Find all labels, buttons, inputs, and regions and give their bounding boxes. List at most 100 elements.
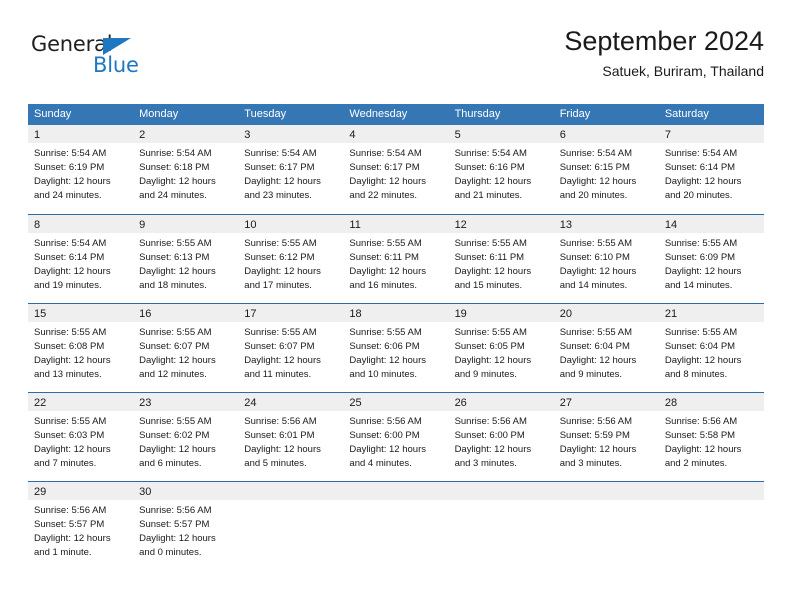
day-number: 29 <box>34 486 47 498</box>
day-number: 23 <box>139 397 152 409</box>
day-number-band: 16 <box>133 304 239 322</box>
daylight-text-line2: and 24 minutes. <box>34 190 102 201</box>
daylight-text-line2: and 7 minutes. <box>34 458 97 469</box>
sunrise-text: Sunrise: 5:54 AM <box>559 148 633 159</box>
day-number-band: 18 <box>343 304 449 322</box>
sunrise-text: Sunrise: 5:54 AM <box>34 238 107 249</box>
day-number: 4 <box>349 129 356 141</box>
day-cell[interactable]: 6 Sunrise: 5:54 AM Sunset: 6:15 PM Dayli… <box>553 125 659 214</box>
day-cell[interactable]: 10 Sunrise: 5:55 AM Sunset: 6:12 PM Dayl… <box>238 215 344 303</box>
day-number: 3 <box>244 129 251 141</box>
day-number: 16 <box>139 308 152 320</box>
day-cell[interactable]: 12 Sunrise: 5:55 AM Sunset: 6:11 PM Dayl… <box>448 215 554 303</box>
day-cell[interactable]: 16 Sunrise: 5:55 AM Sunset: 6:07 PM Dayl… <box>133 304 239 392</box>
day-cell-empty <box>238 482 344 570</box>
day-cell[interactable]: 4 Sunrise: 5:54 AM Sunset: 6:17 PM Dayli… <box>343 125 449 214</box>
day-number-band: 26 <box>448 393 554 411</box>
day-cell[interactable]: 27 Sunrise: 5:56 AM Sunset: 5:59 PM Dayl… <box>553 393 659 481</box>
day-cell[interactable]: 2 Sunrise: 5:54 AM Sunset: 6:18 PM Dayli… <box>133 125 239 214</box>
generalblue-logo[interactable]: General Blue <box>31 34 181 90</box>
day-cell[interactable]: 28 Sunrise: 5:56 AM Sunset: 5:58 PM Dayl… <box>658 393 764 481</box>
daylight-text-line1: Daylight: 12 hours <box>349 444 426 455</box>
sunrise-text: Sunrise: 5:55 AM <box>559 238 633 249</box>
day-cell[interactable]: 24 Sunrise: 5:56 AM Sunset: 6:01 PM Dayl… <box>238 393 344 481</box>
daylight-text-line2: and 20 minutes. <box>664 190 733 201</box>
weekday-header-row: Sunday Monday Tuesday Wednesday Thursday… <box>28 104 764 125</box>
sunrise-text: Sunrise: 5:56 AM <box>34 505 107 516</box>
sunset-text: Sunset: 6:17 PM <box>349 162 420 173</box>
day-cell[interactable]: 22 Sunrise: 5:55 AM Sunset: 6:03 PM Dayl… <box>28 393 134 481</box>
sunrise-text: Sunrise: 5:56 AM <box>559 416 633 427</box>
day-number: 5 <box>454 129 461 141</box>
page-header: General Blue September 2024 Satuek, Buri… <box>28 26 764 98</box>
day-cell[interactable]: 11 Sunrise: 5:55 AM Sunset: 6:11 PM Dayl… <box>343 215 449 303</box>
day-cell[interactable]: 23 Sunrise: 5:55 AM Sunset: 6:02 PM Dayl… <box>133 393 239 481</box>
day-details: Sunrise: 5:55 AM Sunset: 6:07 PM Dayligh… <box>238 322 343 382</box>
logo-text-general: General <box>31 32 113 56</box>
daylight-text-line1: Daylight: 12 hours <box>244 444 321 455</box>
daylight-text-line2: and 11 minutes. <box>244 369 312 380</box>
day-cell[interactable]: 19 Sunrise: 5:55 AM Sunset: 6:05 PM Dayl… <box>448 304 554 392</box>
page-subtitle: Satuek, Buriram, Thailand <box>602 63 764 80</box>
day-number: 15 <box>34 308 47 320</box>
sunrise-text: Sunrise: 5:55 AM <box>349 327 422 338</box>
daylight-text-line2: and 18 minutes. <box>139 280 207 291</box>
day-number-band: 14 <box>658 215 764 233</box>
sunrise-text: Sunrise: 5:55 AM <box>664 238 738 249</box>
day-number: 13 <box>559 219 572 231</box>
sunrise-text: Sunrise: 5:54 AM <box>664 148 738 159</box>
day-number: 12 <box>454 219 467 231</box>
day-cell[interactable]: 1 Sunrise: 5:54 AM Sunset: 6:19 PM Dayli… <box>28 125 134 214</box>
day-number-band <box>238 482 344 500</box>
week-row: 8 Sunrise: 5:54 AM Sunset: 6:14 PM Dayli… <box>28 214 764 303</box>
day-cell[interactable]: 14 Sunrise: 5:55 AM Sunset: 6:09 PM Dayl… <box>658 215 764 303</box>
daylight-text-line2: and 19 minutes. <box>34 280 102 291</box>
weekday-header-monday: Monday <box>139 108 179 120</box>
day-cell[interactable]: 20 Sunrise: 5:55 AM Sunset: 6:04 PM Dayl… <box>553 304 659 392</box>
day-number-band: 30 <box>133 482 239 500</box>
day-cell[interactable]: 13 Sunrise: 5:55 AM Sunset: 6:10 PM Dayl… <box>553 215 659 303</box>
sunrise-text: Sunrise: 5:54 AM <box>244 148 317 159</box>
daylight-text-line2: and 6 minutes. <box>139 458 202 469</box>
sunset-text: Sunset: 6:10 PM <box>559 252 630 263</box>
sunrise-text: Sunrise: 5:55 AM <box>454 238 527 249</box>
sunrise-text: Sunrise: 5:56 AM <box>454 416 527 427</box>
calendar-grid: Sunday Monday Tuesday Wednesday Thursday… <box>28 104 764 570</box>
daylight-text-line1: Daylight: 12 hours <box>34 355 111 366</box>
day-cell[interactable]: 8 Sunrise: 5:54 AM Sunset: 6:14 PM Dayli… <box>28 215 134 303</box>
daylight-text-line2: and 16 minutes. <box>349 280 418 291</box>
day-number: 26 <box>454 397 467 409</box>
day-cell[interactable]: 7 Sunrise: 5:54 AM Sunset: 6:14 PM Dayli… <box>658 125 764 214</box>
day-cell[interactable]: 17 Sunrise: 5:55 AM Sunset: 6:07 PM Dayl… <box>238 304 344 392</box>
sunset-text: Sunset: 6:03 PM <box>34 430 105 441</box>
day-number-band <box>448 482 554 500</box>
day-number-band: 11 <box>343 215 449 233</box>
day-number-band: 23 <box>133 393 239 411</box>
day-details: Sunrise: 5:54 AM Sunset: 6:16 PM Dayligh… <box>449 143 554 203</box>
day-cell[interactable]: 9 Sunrise: 5:55 AM Sunset: 6:13 PM Dayli… <box>133 215 239 303</box>
day-cell[interactable]: 26 Sunrise: 5:56 AM Sunset: 6:00 PM Dayl… <box>448 393 554 481</box>
day-cell[interactable]: 30 Sunrise: 5:56 AM Sunset: 5:57 PM Dayl… <box>133 482 239 570</box>
day-details: Sunrise: 5:55 AM Sunset: 6:05 PM Dayligh… <box>449 322 554 382</box>
weekday-header-sunday: Sunday <box>34 108 72 120</box>
sunset-text: Sunset: 6:13 PM <box>139 252 210 263</box>
day-number-band: 12 <box>448 215 554 233</box>
day-number-band: 28 <box>658 393 764 411</box>
sunset-text: Sunset: 5:57 PM <box>34 519 105 530</box>
day-cell[interactable]: 15 Sunrise: 5:55 AM Sunset: 6:08 PM Dayl… <box>28 304 134 392</box>
daylight-text-line2: and 24 minutes. <box>139 190 207 201</box>
day-cell[interactable]: 21 Sunrise: 5:55 AM Sunset: 6:04 PM Dayl… <box>658 304 764 392</box>
sunset-text: Sunset: 6:07 PM <box>244 341 315 352</box>
day-cell[interactable]: 29 Sunrise: 5:56 AM Sunset: 5:57 PM Dayl… <box>28 482 134 570</box>
day-details: Sunrise: 5:55 AM Sunset: 6:04 PM Dayligh… <box>554 322 659 382</box>
day-details: Sunrise: 5:54 AM Sunset: 6:18 PM Dayligh… <box>133 143 238 203</box>
daylight-text-line1: Daylight: 12 hours <box>454 444 532 455</box>
week-row: 29 Sunrise: 5:56 AM Sunset: 5:57 PM Dayl… <box>28 481 764 570</box>
day-number: 30 <box>139 486 152 498</box>
day-cell-empty <box>553 482 659 570</box>
day-cell[interactable]: 18 Sunrise: 5:55 AM Sunset: 6:06 PM Dayl… <box>343 304 449 392</box>
day-cell[interactable]: 25 Sunrise: 5:56 AM Sunset: 6:00 PM Dayl… <box>343 393 449 481</box>
day-cell[interactable]: 5 Sunrise: 5:54 AM Sunset: 6:16 PM Dayli… <box>448 125 554 214</box>
daylight-text-line2: and 12 minutes. <box>139 369 207 380</box>
day-cell[interactable]: 3 Sunrise: 5:54 AM Sunset: 6:17 PM Dayli… <box>238 125 344 214</box>
